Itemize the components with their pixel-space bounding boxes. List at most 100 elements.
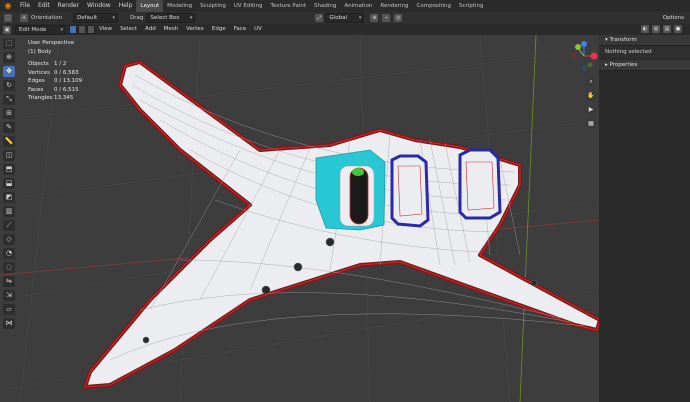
viewport-canvas[interactable] xyxy=(0,35,599,402)
shear-tool-icon[interactable]: ▱ xyxy=(3,304,15,315)
stat-row: Edges 0 / 13,109 xyxy=(28,78,83,84)
left-toolbar: ⬚ ⊕ ✥ ↻ ⤡ ⊞ ✎ 📏 ◫ ⬒ ⬓ ◩ ▥ ⟋ ◇ ◔ ◌ ⇋ ⇲ ▱ … xyxy=(3,38,17,329)
knob-hole xyxy=(261,285,271,295)
transform-panel-header[interactable]: ▾ Transform xyxy=(599,35,690,46)
scale-tool-icon[interactable]: ⤡ xyxy=(3,94,15,105)
camera-icon[interactable]: ▶ xyxy=(586,105,596,115)
tab-layout[interactable]: Layout xyxy=(136,0,164,12)
properties-panel-header[interactable]: ▸ Properties xyxy=(599,60,690,71)
neck-route-hole xyxy=(349,167,369,225)
vertex-select-button[interactable] xyxy=(69,25,77,34)
zoom-icon[interactable]: ⌕ xyxy=(586,77,596,87)
menu-window[interactable]: Window xyxy=(83,0,115,12)
stat-row: Triangles 13,345 xyxy=(28,95,74,101)
smooth-tool-icon[interactable]: ◌ xyxy=(3,262,15,273)
annotate-tool-icon[interactable]: ✎ xyxy=(3,122,15,133)
y-axis-handle[interactable] xyxy=(575,44,581,50)
transform-panel-body: Nothing selected xyxy=(599,46,690,58)
move-tool-icon[interactable]: ✥ xyxy=(3,66,15,77)
spin-tool-icon[interactable]: ◔ xyxy=(3,248,15,259)
menu-select[interactable]: Select xyxy=(116,24,141,35)
orientation-icon: ✛ xyxy=(20,14,28,22)
tab-sculpting[interactable]: Sculpting xyxy=(196,0,230,12)
edge-slide-tool-icon[interactable]: ⇋ xyxy=(3,276,15,287)
sidebar-panel: ▾ Transform Nothing selected ▸ Propertie… xyxy=(599,35,690,402)
knob-hole xyxy=(325,237,335,247)
xray-icon[interactable]: ▤ xyxy=(663,25,671,33)
pan-hand-icon[interactable]: ✋ xyxy=(586,91,596,101)
menu-render[interactable]: Render xyxy=(54,0,83,12)
perspective-grid-icon[interactable]: ▦ xyxy=(586,119,596,129)
menu-file[interactable]: File xyxy=(16,0,34,12)
select-tool-icon[interactable]: ⬚ xyxy=(3,38,15,49)
tab-animation[interactable]: Animation xyxy=(340,0,376,12)
options-button[interactable]: Options xyxy=(659,12,688,24)
inset-tool-icon[interactable]: ⬓ xyxy=(3,178,15,189)
knob-hole xyxy=(293,262,303,272)
menu-vertex[interactable]: Vertex xyxy=(182,24,208,35)
menu-mesh[interactable]: Mesh xyxy=(160,24,182,35)
guitar-body-mesh[interactable] xyxy=(83,60,599,389)
neg-z-axis-handle[interactable] xyxy=(581,65,587,71)
tab-modeling[interactable]: Modeling xyxy=(163,0,196,12)
cursor-tool-icon[interactable]: ⊕ xyxy=(3,52,15,63)
menu-edge[interactable]: Edge xyxy=(208,24,230,35)
shrink-fatten-tool-icon[interactable]: ⇲ xyxy=(3,290,15,301)
mode-dropdown[interactable]: Edit Mode xyxy=(15,24,66,35)
loop-cut-tool-icon[interactable]: ▥ xyxy=(3,206,15,217)
x-axis-handle[interactable] xyxy=(590,52,598,60)
strap-pin-hole xyxy=(530,279,538,287)
poly-build-tool-icon[interactable]: ◇ xyxy=(3,234,15,245)
orientation-dropdown[interactable]: Default xyxy=(73,13,119,23)
pivot-icon[interactable]: ⊕ xyxy=(370,14,379,22)
measure-tool-icon[interactable]: 📏 xyxy=(3,136,15,147)
overlays-icon[interactable]: ◍ xyxy=(652,25,660,33)
add-cube-tool-icon[interactable]: ◫ xyxy=(3,150,15,161)
tab-texture-paint[interactable]: Texture Paint xyxy=(267,0,311,12)
transform-tool-icon[interactable]: ⊞ xyxy=(3,108,15,119)
select-mode-buttons xyxy=(69,25,95,34)
knife-tool-icon[interactable]: ⟋ xyxy=(3,220,15,231)
selected-face-marker xyxy=(352,168,364,176)
tab-shading[interactable]: Shading xyxy=(310,0,340,12)
proportional-edit-icon[interactable]: ◎ xyxy=(394,14,403,22)
edge-select-button[interactable] xyxy=(78,25,86,34)
menu-view[interactable]: View xyxy=(95,24,116,35)
menu-face[interactable]: Face xyxy=(230,24,250,35)
z-axis-handle[interactable] xyxy=(581,41,587,47)
menu-help[interactable]: Help xyxy=(115,0,137,12)
menu-edit[interactable]: Edit xyxy=(34,0,54,12)
navigation-gizmo[interactable] xyxy=(566,38,602,74)
tab-rendering[interactable]: Rendering xyxy=(376,0,412,12)
tab-uv-editing[interactable]: UV Editing xyxy=(230,0,267,12)
drag-label: Drag xyxy=(130,15,144,21)
rotate-tool-icon[interactable]: ↻ xyxy=(3,80,15,91)
select-tool-icon[interactable]: ⬚ xyxy=(4,14,12,22)
visibility-icon[interactable]: ◐ xyxy=(641,25,649,33)
tab-compositing[interactable]: Compositing xyxy=(413,0,455,12)
view-name: User Perspective xyxy=(28,40,75,46)
blender-logo-icon[interactable]: ◉ xyxy=(3,1,13,11)
snap-icon[interactable]: ⌁ xyxy=(382,14,391,22)
neg-y-axis-handle[interactable] xyxy=(587,62,593,68)
neg-x-axis-handle[interactable] xyxy=(571,53,577,59)
shading-solid-icon[interactable]: ● xyxy=(674,25,682,33)
y-axis-line xyxy=(519,35,537,402)
editor-type-icon[interactable]: ▣ xyxy=(3,25,11,34)
drag-dropdown[interactable]: Select Box xyxy=(146,13,196,23)
stat-row: Objects 1 / 2 xyxy=(28,61,67,67)
tab-scripting[interactable]: Scripting xyxy=(455,0,487,12)
stat-row: Vertices 0 / 6,583 xyxy=(28,69,79,76)
bevel-tool-icon[interactable]: ◩ xyxy=(3,192,15,203)
orientation-label: Orientation xyxy=(31,15,63,21)
transform-orientation-dropdown[interactable]: Global xyxy=(325,13,365,23)
rip-tool-icon[interactable]: ⋈ xyxy=(3,318,15,329)
tool-settings-header: ⬚ ✛ Orientation Default Drag Select Box … xyxy=(0,12,690,24)
face-select-button[interactable] xyxy=(87,25,95,34)
menu-uv[interactable]: UV xyxy=(250,24,266,35)
neck-pickup-cavity xyxy=(390,154,430,228)
extrude-tool-icon[interactable]: ⬒ xyxy=(3,164,15,175)
viewport-stats-overlay: User Perspective (1) Body Objects 1 / 2 V… xyxy=(28,39,82,103)
menu-add[interactable]: Add xyxy=(141,24,160,35)
viewport-header: ▣ Edit Mode View Select Add Mesh Vertex … xyxy=(0,24,690,35)
